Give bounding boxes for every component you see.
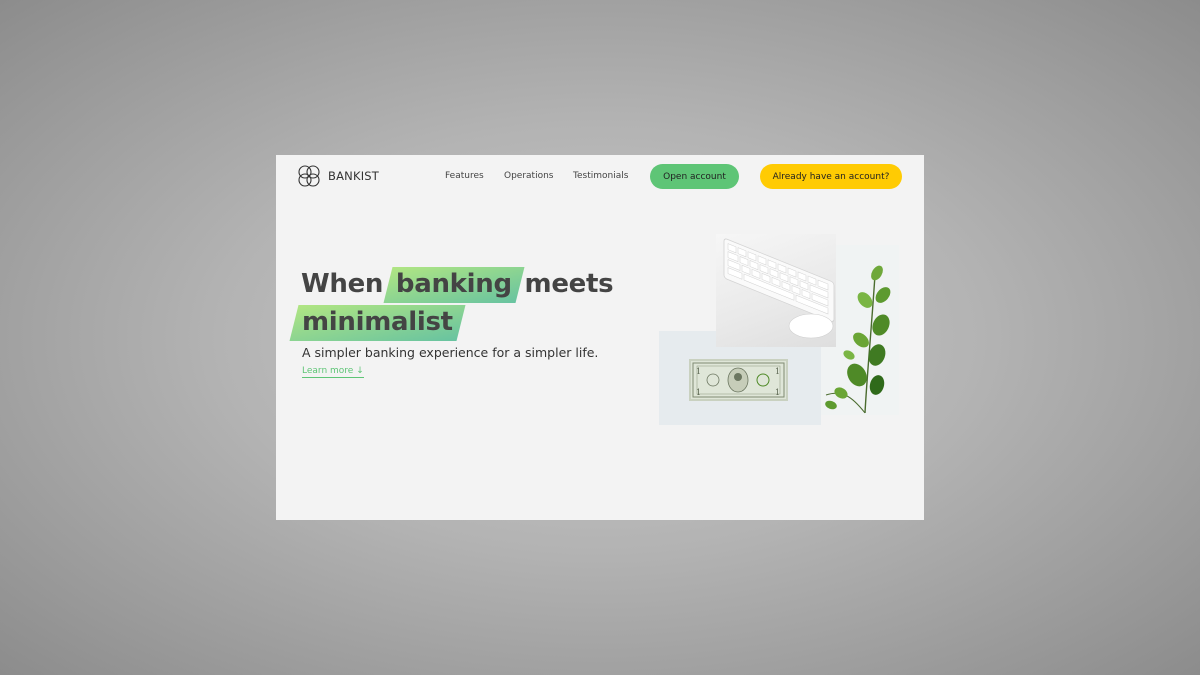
keyboard-image bbox=[716, 234, 836, 347]
svg-text:1: 1 bbox=[696, 367, 701, 376]
logo[interactable]: BANKIST bbox=[296, 163, 379, 189]
learn-more-link[interactable]: Learn more ↓ bbox=[302, 366, 364, 378]
hero-title-text-1: When bbox=[301, 269, 392, 299]
hero-title-line1: When banking meets bbox=[301, 269, 614, 299]
nav-link-features[interactable]: Features bbox=[445, 171, 484, 181]
nav-link-testimonials[interactable]: Testimonials bbox=[573, 171, 628, 181]
hero-highlight-banking: banking bbox=[392, 271, 516, 297]
open-account-button[interactable]: Open account bbox=[650, 164, 739, 189]
svg-text:1: 1 bbox=[775, 367, 780, 376]
hero-highlight-minimalist: minimalist bbox=[298, 309, 457, 335]
hero-subtitle: A simpler banking experience for a simpl… bbox=[302, 345, 599, 360]
svg-text:1: 1 bbox=[696, 388, 701, 397]
hero-title-line2: minimalist bbox=[298, 309, 457, 335]
hero-title-text-2: meets bbox=[515, 269, 614, 299]
svg-text:1: 1 bbox=[775, 388, 780, 397]
nav-link-operations[interactable]: Operations bbox=[504, 171, 553, 181]
navbar: BANKIST Features Operations Testimonials… bbox=[276, 155, 924, 199]
logo-text: BANKIST bbox=[328, 169, 380, 183]
clover-logo-icon bbox=[298, 165, 320, 187]
website-frame: BANKIST Features Operations Testimonials… bbox=[276, 155, 924, 520]
login-button[interactable]: Already have an account? bbox=[760, 164, 902, 189]
